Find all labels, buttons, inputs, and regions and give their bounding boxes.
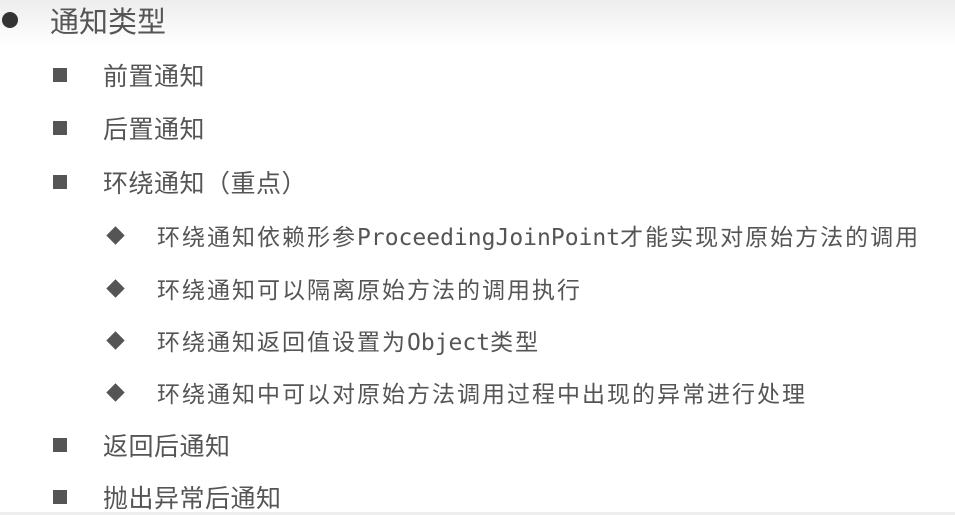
sub-item-text: 环绕通知可以隔离原始方法的调用执行 xyxy=(157,278,582,304)
text-segment: 环绕通知依赖形参 xyxy=(157,225,357,251)
text-segment: 才能实现对原始方法的调用 xyxy=(620,225,921,251)
sub-item-text: 环绕通知中可以对原始方法调用过程中出现的异常进行处理 xyxy=(157,382,807,408)
list-item: 抛出异常后通知 xyxy=(0,480,955,514)
square-bullet-icon xyxy=(53,438,67,452)
square-bullet-icon xyxy=(53,175,67,189)
code-text: ProceedingJoinPoint xyxy=(357,225,621,251)
list-item: 环绕通知（重点） xyxy=(0,165,955,199)
diamond-bullet-icon xyxy=(106,330,125,350)
list-item: 返回后通知 xyxy=(0,428,955,462)
text-segment: 环绕通知返回值设置为 xyxy=(157,330,407,356)
sub-list-item: 环绕通知返回值设置为Object类型 xyxy=(0,323,955,357)
diamond-bullet-icon xyxy=(106,225,125,245)
level1-item-notification-types: 通知类型 xyxy=(0,0,955,40)
list-item-label: 后置通知 xyxy=(103,115,206,144)
list-item-label: 环绕通知（重点） xyxy=(103,169,308,198)
diamond-bullet-icon xyxy=(106,382,125,402)
round-bullet-icon xyxy=(2,12,18,28)
sub-item-text: 环绕通知依赖形参ProceedingJoinPoint才能实现对原始方法的调用 xyxy=(157,218,920,252)
sub-list-item: 环绕通知中可以对原始方法调用过程中出现的异常进行处理 xyxy=(0,375,955,409)
list-item-label: 返回后通知 xyxy=(103,432,231,461)
heading-text: 通知类型 xyxy=(50,5,167,39)
diamond-bullet-icon xyxy=(106,278,125,298)
sub-item-text: 环绕通知返回值设置为Object类型 xyxy=(157,323,540,357)
list-item: 前置通知 xyxy=(0,58,955,92)
list-item: 后置通知 xyxy=(0,111,955,145)
sub-list-item: 环绕通知可以隔离原始方法的调用执行 xyxy=(0,271,955,305)
list-item-label: 抛出异常后通知 xyxy=(103,484,282,513)
square-bullet-icon xyxy=(53,121,67,135)
text-segment: 类型 xyxy=(490,330,541,356)
code-text: Object xyxy=(407,330,491,356)
square-bullet-icon xyxy=(53,490,67,504)
list-item-label: 前置通知 xyxy=(103,62,206,91)
sub-list-item: 环绕通知依赖形参ProceedingJoinPoint才能实现对原始方法的调用 xyxy=(0,218,955,252)
square-bullet-icon xyxy=(53,68,67,82)
